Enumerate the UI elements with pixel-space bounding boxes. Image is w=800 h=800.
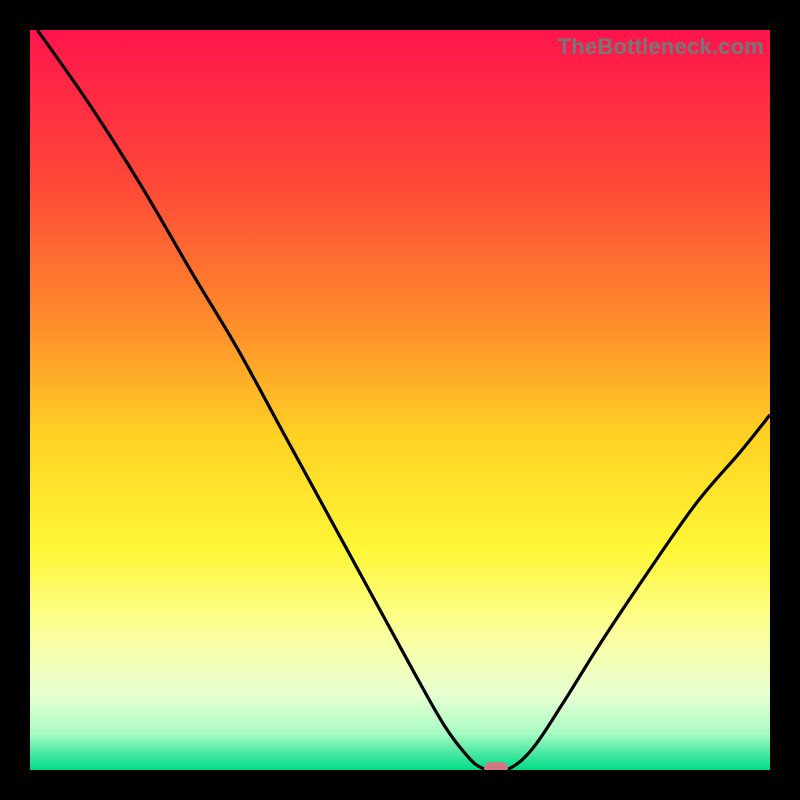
chart-frame: TheBottleneck.com xyxy=(0,0,800,800)
bottleneck-curve xyxy=(37,30,770,770)
curve-layer xyxy=(30,30,770,770)
optimal-marker xyxy=(484,762,508,770)
plot-area: TheBottleneck.com xyxy=(30,30,770,770)
